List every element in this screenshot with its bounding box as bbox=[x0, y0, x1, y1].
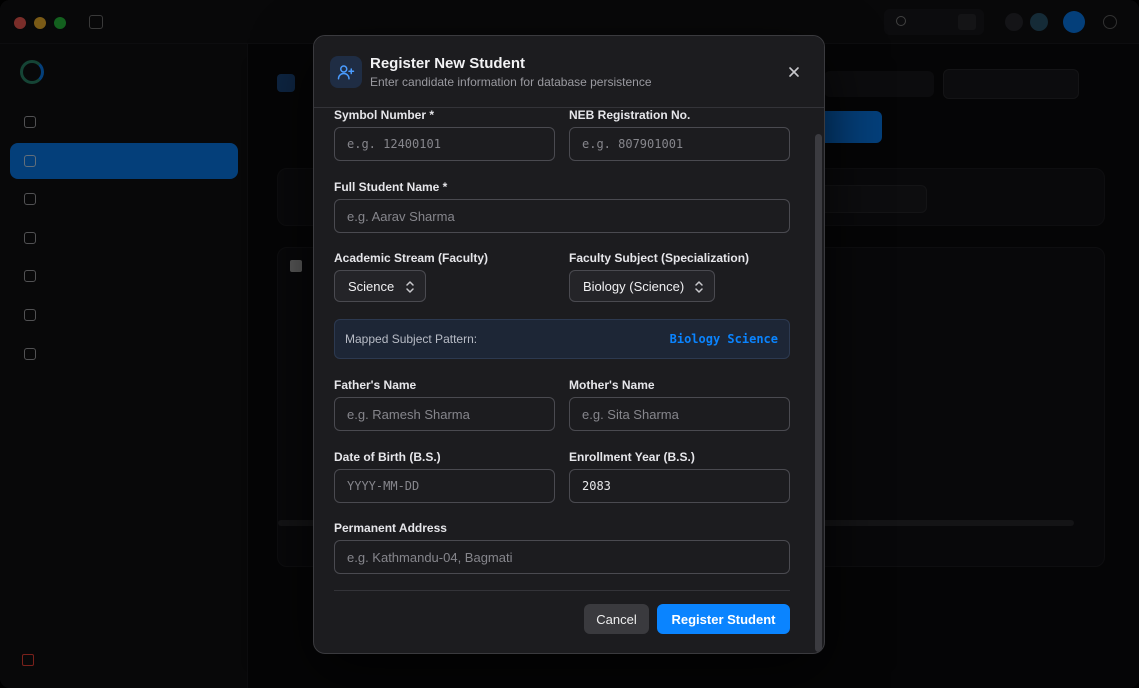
full-name-label: Full Student Name * bbox=[334, 180, 448, 194]
stream-selected: Science bbox=[348, 279, 395, 294]
father-name-input[interactable] bbox=[334, 397, 555, 431]
father-name-label: Father's Name bbox=[334, 378, 417, 392]
pattern-value: Biology Science bbox=[669, 332, 778, 346]
dob-label: Date of Birth (B.S.) bbox=[334, 450, 441, 464]
faculty-subject-label: Faculty Subject (Specialization) bbox=[569, 251, 750, 265]
close-icon[interactable] bbox=[785, 63, 803, 81]
dialog-title: Register New Student bbox=[370, 55, 526, 72]
stream-label: Academic Stream (Faculty) bbox=[334, 251, 489, 265]
dialog-body: Symbol Number * NEB Registration No. Ful… bbox=[314, 108, 824, 653]
footer-divider bbox=[334, 590, 790, 591]
faculty-subject-select[interactable]: Biology (Science) bbox=[569, 270, 715, 302]
mother-name-label: Mother's Name bbox=[569, 378, 655, 392]
register-student-button[interactable]: Register Student bbox=[657, 604, 790, 634]
subject-pattern-box: Mapped Subject Pattern: Biology Science bbox=[334, 319, 790, 359]
dialog-scrollbar[interactable] bbox=[815, 134, 822, 652]
mother-name-input[interactable] bbox=[569, 397, 790, 431]
symbol-number-label: Symbol Number * bbox=[334, 108, 435, 122]
cancel-button[interactable]: Cancel bbox=[584, 604, 649, 634]
dob-input[interactable] bbox=[334, 469, 555, 503]
neb-registration-label: NEB Registration No. bbox=[569, 108, 691, 122]
address-input[interactable] bbox=[334, 540, 790, 574]
faculty-subject-selected: Biology (Science) bbox=[583, 279, 685, 294]
register-student-dialog: Register New Student Enter candidate inf… bbox=[313, 35, 825, 654]
neb-registration-input[interactable] bbox=[569, 127, 790, 161]
address-label: Permanent Address bbox=[334, 521, 447, 535]
user-plus-icon bbox=[330, 56, 362, 88]
pattern-label: Mapped Subject Pattern: bbox=[345, 332, 478, 346]
symbol-number-input[interactable] bbox=[334, 127, 555, 161]
chevron-updown-icon bbox=[695, 281, 703, 293]
dialog-subtitle: Enter candidate information for database… bbox=[370, 75, 652, 89]
chevron-updown-icon bbox=[406, 281, 414, 293]
full-name-input[interactable] bbox=[334, 199, 790, 233]
dialog-header: Register New Student Enter candidate inf… bbox=[314, 36, 824, 108]
stream-select[interactable]: Science bbox=[334, 270, 426, 302]
enrollment-year-label: Enrollment Year (B.S.) bbox=[569, 450, 695, 464]
enrollment-year-input[interactable] bbox=[569, 469, 790, 503]
